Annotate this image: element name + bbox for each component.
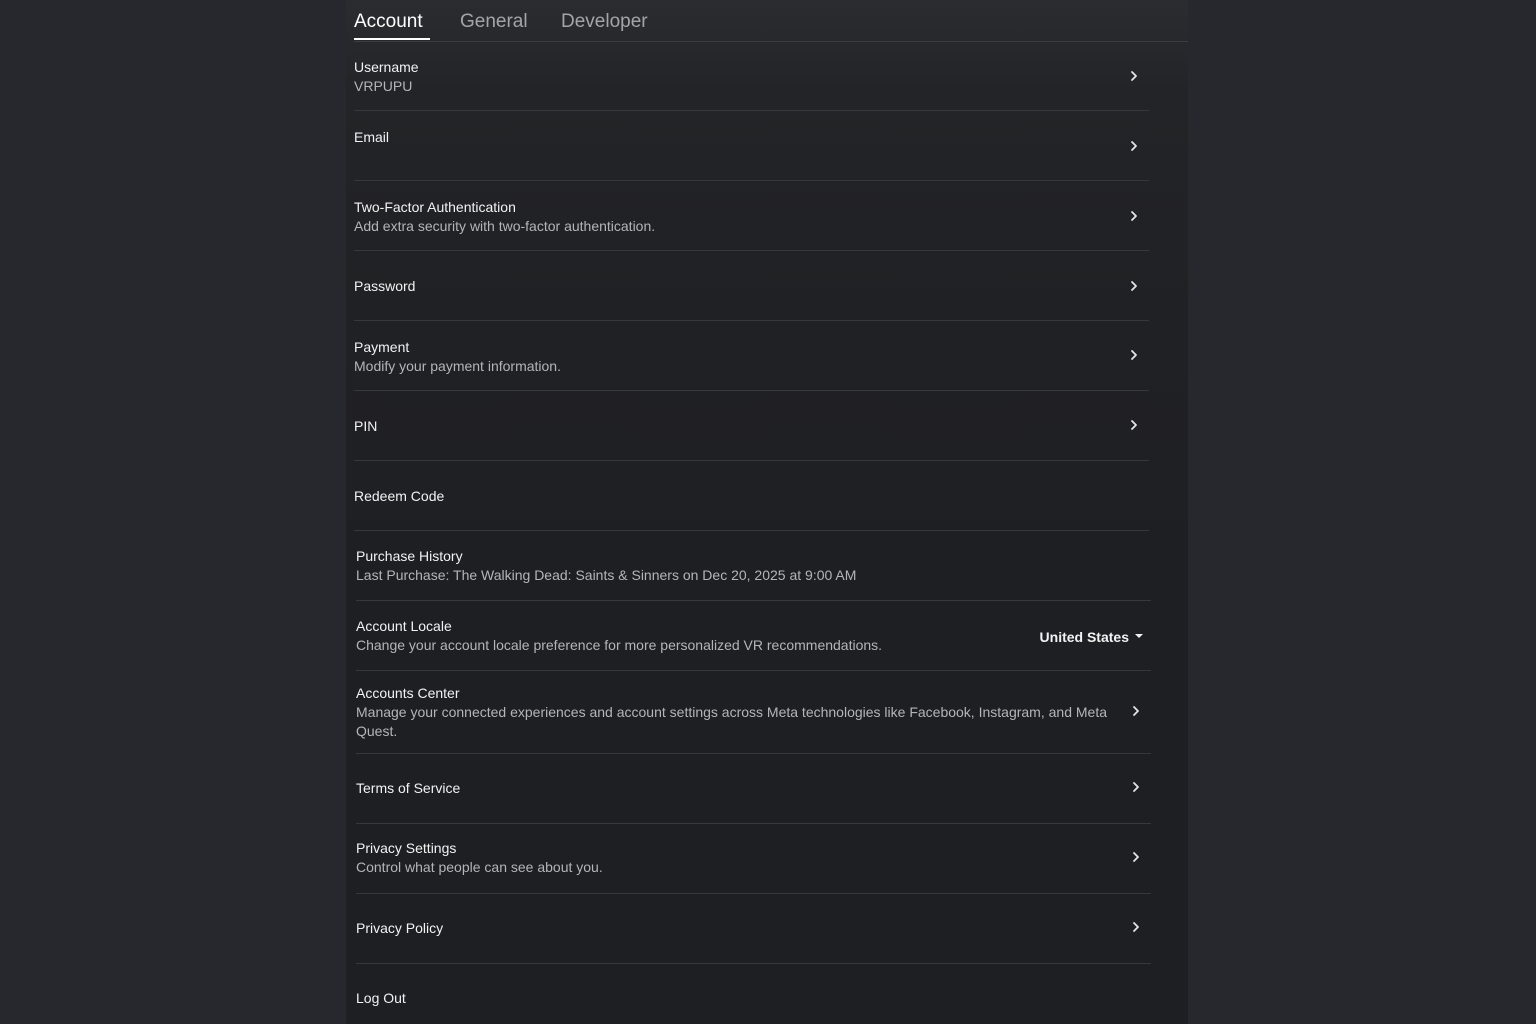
locale-selected-value: United States	[1039, 629, 1129, 645]
accounts-center-label: Accounts Center	[356, 685, 460, 701]
log-out-row[interactable]: Log Out	[356, 964, 1151, 1024]
chevron-right-icon	[1129, 920, 1143, 934]
redeem-code-label: Redeem Code	[354, 488, 445, 504]
last-purchase-text: Last Purchase: The Walking Dead: Saints …	[356, 567, 857, 583]
chevron-right-icon	[1129, 850, 1143, 864]
log-out-label: Log Out	[356, 990, 406, 1006]
password-label: Password	[354, 278, 416, 294]
chevron-right-icon	[1127, 209, 1141, 223]
pin-label: PIN	[354, 418, 378, 434]
account-locale-description: Change your account locale preference fo…	[356, 637, 883, 653]
account-locale-row: Account Locale Change your account local…	[356, 601, 1151, 671]
locale-dropdown[interactable]: United States	[1040, 629, 1143, 645]
tab-developer[interactable]: Developer	[561, 11, 648, 33]
accounts-center-description: Manage your connected experiences and ac…	[356, 704, 1107, 739]
username-value: VRPUPU	[354, 78, 413, 94]
tab-account[interactable]: Account	[354, 11, 423, 33]
privacy-settings-row[interactable]: Privacy Settings Control what people can…	[356, 824, 1151, 894]
tab-active-indicator	[354, 38, 430, 40]
payment-row[interactable]: Payment Modify your payment information.	[354, 321, 1149, 391]
purchase-history-row[interactable]: Purchase History Last Purchase: The Walk…	[356, 531, 1151, 601]
account-locale-label: Account Locale	[356, 618, 452, 634]
chevron-right-icon	[1129, 780, 1143, 794]
privacy-policy-row[interactable]: Privacy Policy	[356, 894, 1151, 964]
terms-of-service-row[interactable]: Terms of Service	[356, 754, 1151, 824]
left-backdrop	[0, 0, 346, 1024]
username-row[interactable]: Username VRPUPU	[354, 41, 1149, 111]
terms-of-service-label: Terms of Service	[356, 780, 461, 796]
redeem-code-row[interactable]: Redeem Code	[354, 461, 1149, 531]
chevron-right-icon	[1127, 348, 1141, 362]
chevron-right-icon	[1127, 279, 1141, 293]
pin-row[interactable]: PIN	[354, 391, 1149, 461]
privacy-settings-label: Privacy Settings	[356, 840, 457, 856]
email-row[interactable]: Email	[354, 111, 1149, 181]
chevron-right-icon	[1127, 418, 1141, 432]
email-label: Email	[354, 129, 390, 145]
privacy-settings-description: Control what people can see about you.	[356, 859, 603, 875]
settings-panel: Account General Developer Username VRPUP…	[346, 0, 1188, 1024]
username-label: Username	[354, 59, 419, 75]
right-backdrop	[1188, 0, 1536, 1024]
accounts-center-row[interactable]: Accounts Center Manage your connected ex…	[356, 671, 1151, 754]
two-factor-row[interactable]: Two-Factor Authentication Add extra secu…	[354, 181, 1149, 251]
two-factor-description: Add extra security with two-factor authe…	[354, 218, 656, 234]
chevron-right-icon	[1127, 139, 1141, 153]
payment-description: Modify your payment information.	[354, 358, 561, 374]
tab-general[interactable]: General	[460, 11, 528, 33]
password-row[interactable]: Password	[354, 251, 1149, 321]
settings-tabs: Account General Developer	[354, 0, 1188, 42]
purchase-history-label: Purchase History	[356, 548, 463, 564]
chevron-right-icon	[1127, 69, 1141, 83]
payment-label: Payment	[354, 339, 410, 355]
caret-down-icon	[1135, 634, 1143, 639]
chevron-right-icon	[1129, 704, 1143, 718]
privacy-policy-label: Privacy Policy	[356, 920, 444, 936]
two-factor-label: Two-Factor Authentication	[354, 199, 516, 215]
